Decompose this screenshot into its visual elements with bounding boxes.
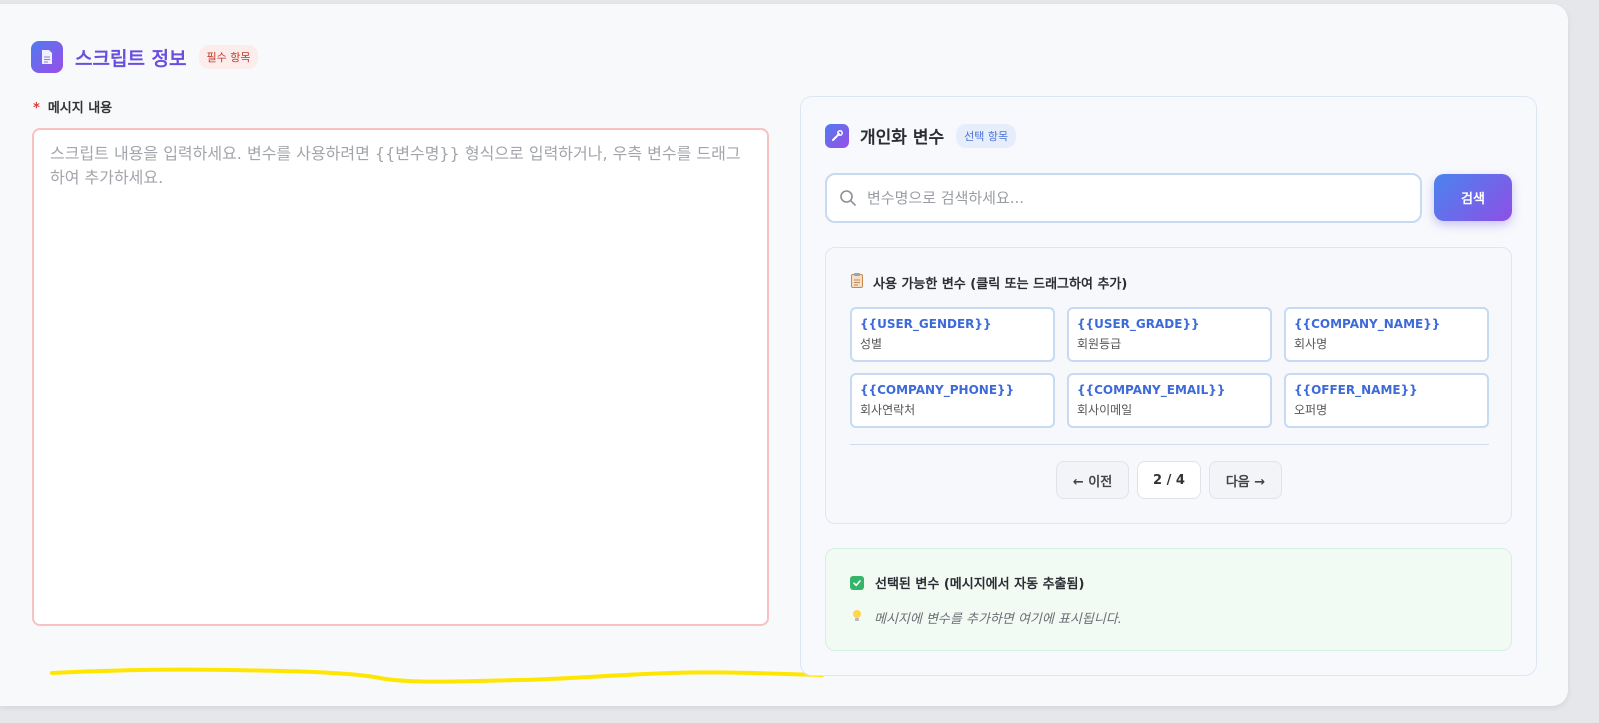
variable-desc: 회원등급 <box>1077 337 1122 351</box>
selected-variables-title-text: 선택된 변수 (메시지에서 자동 추출됨) <box>875 577 1085 592</box>
search-box <box>825 173 1422 223</box>
selected-variables-hint-text: 메시지에 변수를 추가하면 여기에 표시됩니다. <box>874 612 1122 627</box>
variable-desc: 회사이메일 <box>1077 403 1133 417</box>
pagination: ← 이전 2 / 4 다음 → <box>1056 461 1282 499</box>
variable-card[interactable]: {{COMPANY_NAME}} 회사명 <box>1284 307 1489 362</box>
page-indicator: 2 / 4 <box>1137 461 1201 499</box>
prev-page-button[interactable]: ← 이전 <box>1056 461 1129 499</box>
required-badge: 필수 항목 <box>198 45 259 69</box>
message-label: * 메시지 내용 <box>33 97 112 116</box>
available-variables-title: 사용 가능한 변수 (클릭 또는 드래그하여 추가) <box>850 272 1127 292</box>
panel-header: 개인화 변수 선택 항목 <box>825 123 1017 148</box>
required-mark: * <box>33 101 40 116</box>
personalization-panel: 개인화 변수 선택 항목 검색 사용 가능한 변수 (클릭 또는 드래그하여 추… <box>800 96 1537 676</box>
variable-card[interactable]: {{COMPANY_PHONE}} 회사연락처 <box>850 373 1055 428</box>
wrench-icon <box>825 123 849 148</box>
variable-name: {{COMPANY_NAME}} <box>1294 317 1441 331</box>
panel-title: 개인화 변수 <box>860 128 945 148</box>
variable-desc: 회사명 <box>1294 337 1328 351</box>
script-info-card: 스크립트 정보 필수 항목 *메시지 내용 개인화 변수 선택 항목 검색 사 <box>0 4 1568 706</box>
variable-card[interactable]: {{COMPANY_EMAIL}} 회사이메일 <box>1067 373 1272 428</box>
section-header: 스크립트 정보 필수 항목 <box>31 41 259 73</box>
variable-desc: 오퍼명 <box>1294 403 1328 417</box>
available-variables-title-text: 사용 가능한 변수 (클릭 또는 드래그하여 추가) <box>873 276 1128 292</box>
divider <box>850 444 1489 445</box>
lightbulb-icon <box>852 609 862 627</box>
selected-variables-title: 선택된 변수 (메시지에서 자동 추출됨) <box>850 573 1084 592</box>
clipboard-icon <box>850 272 864 292</box>
next-page-button[interactable]: 다음 → <box>1209 461 1282 499</box>
document-icon <box>31 41 63 73</box>
variable-card[interactable]: {{USER_GRADE}} 회원등급 <box>1067 307 1272 362</box>
search-input[interactable] <box>867 189 1397 207</box>
message-label-text: 메시지 내용 <box>47 101 113 116</box>
check-icon <box>850 575 864 590</box>
search-button[interactable]: 검색 <box>1434 174 1512 221</box>
optional-badge: 선택 항목 <box>956 123 1017 148</box>
section-title: 스크립트 정보 <box>75 47 187 70</box>
variable-card[interactable]: {{USER_GENDER}} 성별 <box>850 307 1055 362</box>
variable-card[interactable]: {{OFFER_NAME}} 오퍼명 <box>1284 373 1489 428</box>
message-textarea[interactable] <box>32 128 769 626</box>
variable-desc: 회사연락처 <box>860 403 916 417</box>
available-variables-box: 사용 가능한 변수 (클릭 또는 드래그하여 추가) {{USER_GENDER… <box>825 247 1512 524</box>
variable-name: {{USER_GRADE}} <box>1077 317 1200 331</box>
variable-name: {{USER_GENDER}} <box>860 317 992 331</box>
variable-name: {{OFFER_NAME}} <box>1294 383 1418 397</box>
variable-name: {{COMPANY_EMAIL}} <box>1077 383 1226 397</box>
selected-variables-hint: 메시지에 변수를 추가하면 여기에 표시됩니다. <box>852 608 1122 627</box>
variable-name: {{COMPANY_PHONE}} <box>860 383 1015 397</box>
variable-desc: 성별 <box>860 337 883 351</box>
annotation-underline <box>50 667 824 684</box>
search-icon <box>840 190 856 206</box>
selected-variables-box: 선택된 변수 (메시지에서 자동 추출됨) 메시지에 변수를 추가하면 여기에 … <box>825 548 1512 651</box>
